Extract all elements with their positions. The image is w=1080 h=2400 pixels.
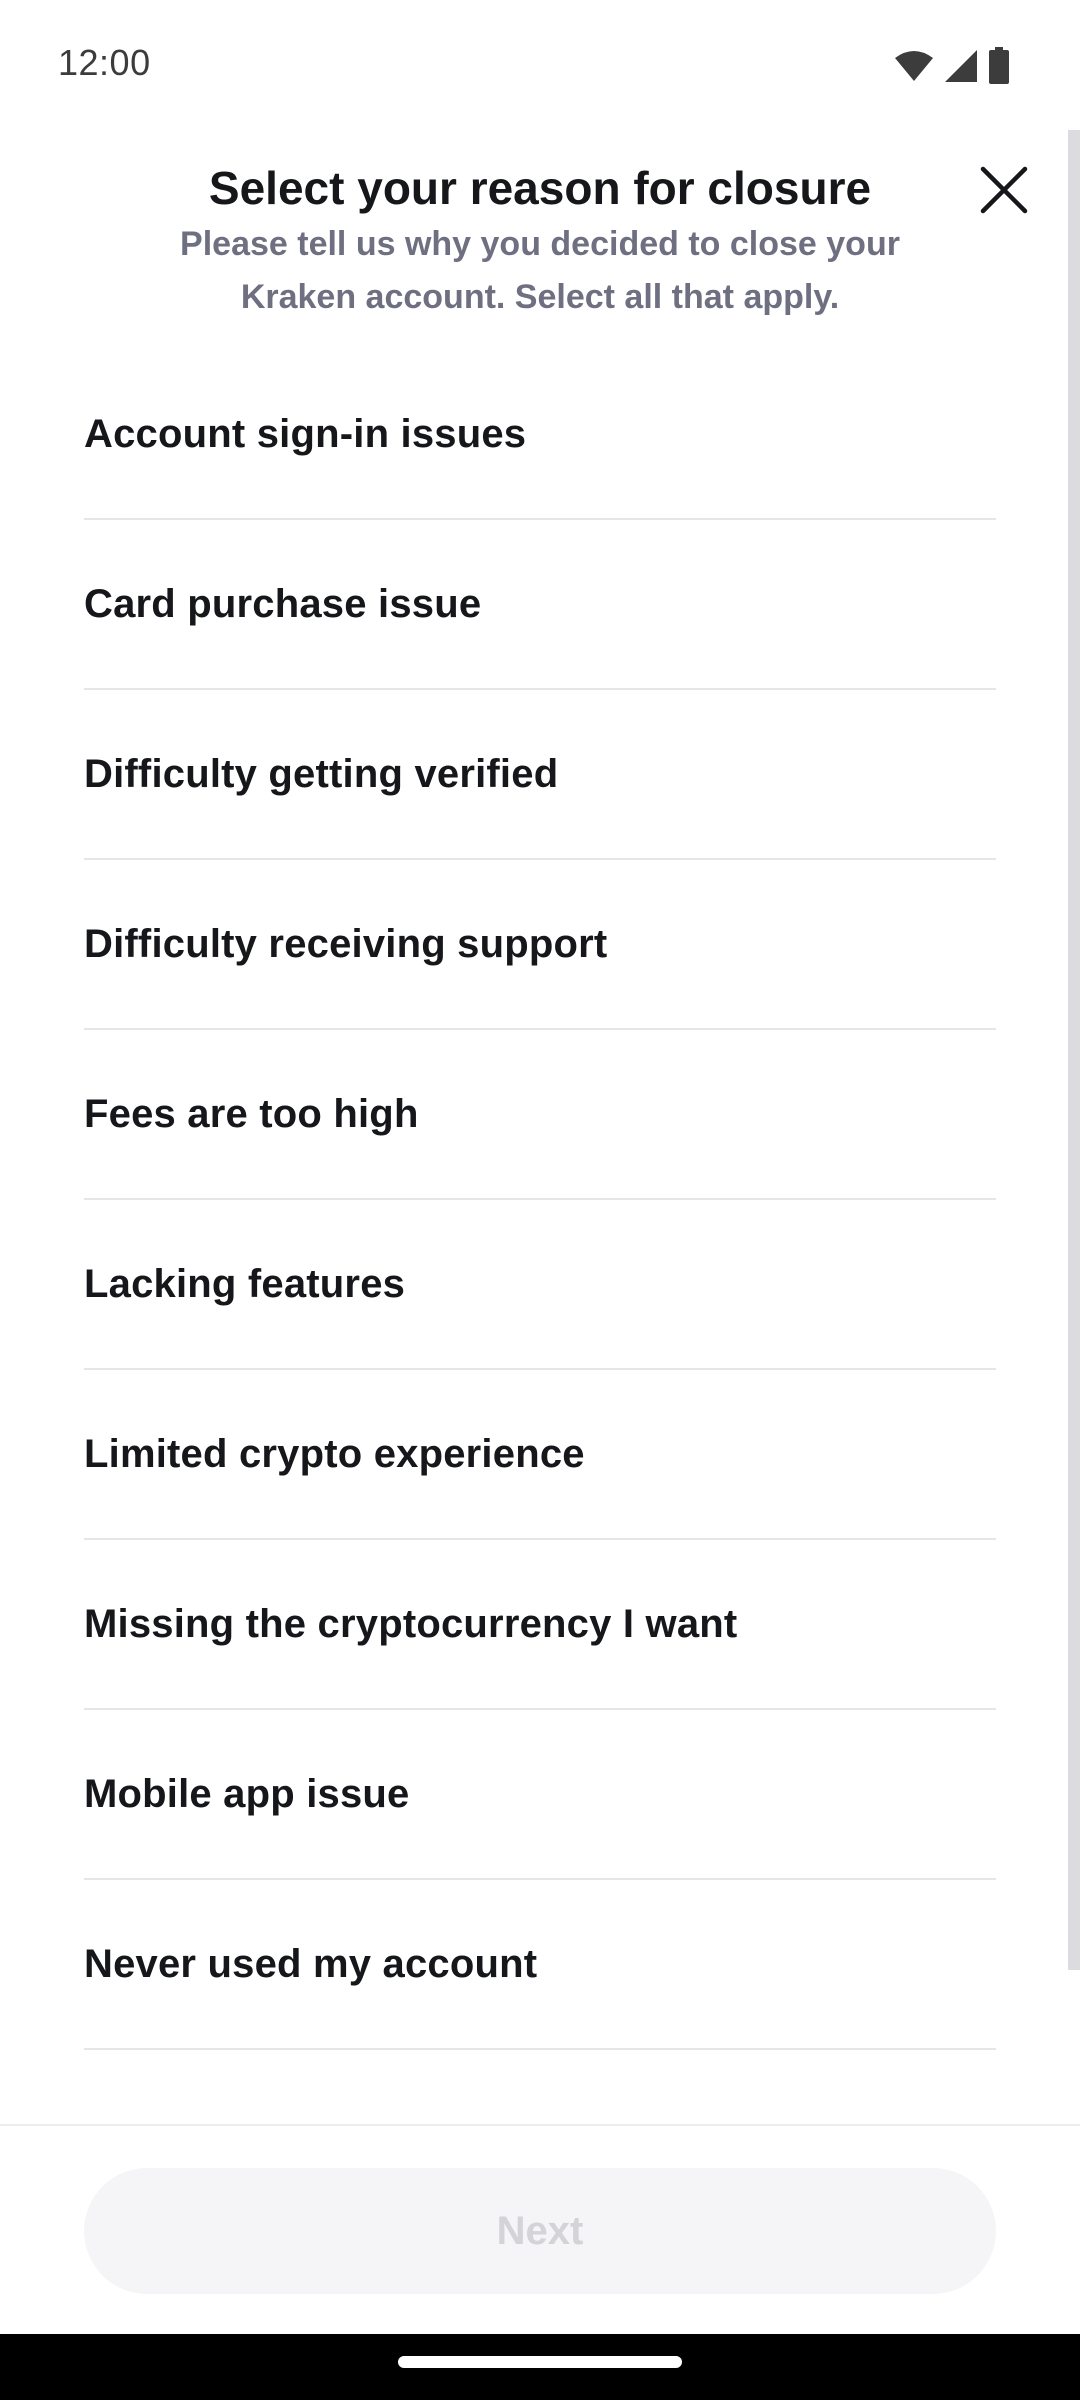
scrollbar-thumb[interactable]	[1068, 130, 1080, 1970]
next-button[interactable]: Next	[84, 2168, 996, 2294]
battery-icon	[988, 47, 1010, 85]
page-title: Select your reason for closure	[208, 162, 872, 214]
reason-list: Account sign-in issues Card purchase iss…	[84, 350, 996, 2050]
reason-item-limited-crypto-experience[interactable]: Limited crypto experience	[84, 1370, 996, 1540]
close-button[interactable]	[968, 156, 1040, 228]
reason-item-difficulty-getting-verified[interactable]: Difficulty getting verified	[84, 690, 996, 860]
system-navigation-bar	[0, 2334, 1080, 2400]
close-account-reason-screen: 12:00 Select your reason for closure Ple…	[0, 0, 1080, 2400]
home-gesture-handle[interactable]	[398, 2356, 682, 2368]
reason-label: Fees are too high	[84, 1091, 419, 1136]
page-subtitle: Please tell us why you decided to close …	[180, 225, 900, 316]
reason-label: Difficulty receiving support	[84, 921, 608, 966]
reason-label: Difficulty getting verified	[84, 751, 559, 796]
reason-label: Limited crypto experience	[84, 1431, 585, 1476]
header: Select your reason for closure Please te…	[0, 130, 1080, 360]
cellular-signal-icon	[944, 49, 978, 83]
reason-label: Account sign-in issues	[84, 411, 527, 456]
reason-item-card-purchase-issue[interactable]: Card purchase issue	[84, 520, 996, 690]
status-bar: 12:00	[0, 0, 1080, 130]
footer-divider	[0, 2124, 1080, 2126]
close-icon	[979, 165, 1029, 220]
reason-item-lacking-features[interactable]: Lacking features	[84, 1200, 996, 1370]
reason-item-missing-cryptocurrency[interactable]: Missing the cryptocurrency I want	[84, 1540, 996, 1710]
reason-label: Never used my account	[84, 1941, 538, 1986]
status-time: 12:00	[58, 42, 151, 83]
wifi-icon	[894, 50, 934, 82]
reason-label: Missing the cryptocurrency I want	[84, 1601, 738, 1646]
reason-label: Mobile app issue	[84, 1771, 410, 1816]
reason-item-difficulty-receiving-support[interactable]: Difficulty receiving support	[84, 860, 996, 1030]
reason-item-account-sign-in-issues[interactable]: Account sign-in issues	[84, 350, 996, 520]
reason-label: Card purchase issue	[84, 581, 482, 626]
reason-item-fees-too-high[interactable]: Fees are too high	[84, 1030, 996, 1200]
reason-item-never-used-account[interactable]: Never used my account	[84, 1880, 996, 2050]
reason-item-mobile-app-issue[interactable]: Mobile app issue	[84, 1710, 996, 1880]
reason-label: Lacking features	[84, 1261, 406, 1306]
status-icons	[894, 46, 1010, 86]
